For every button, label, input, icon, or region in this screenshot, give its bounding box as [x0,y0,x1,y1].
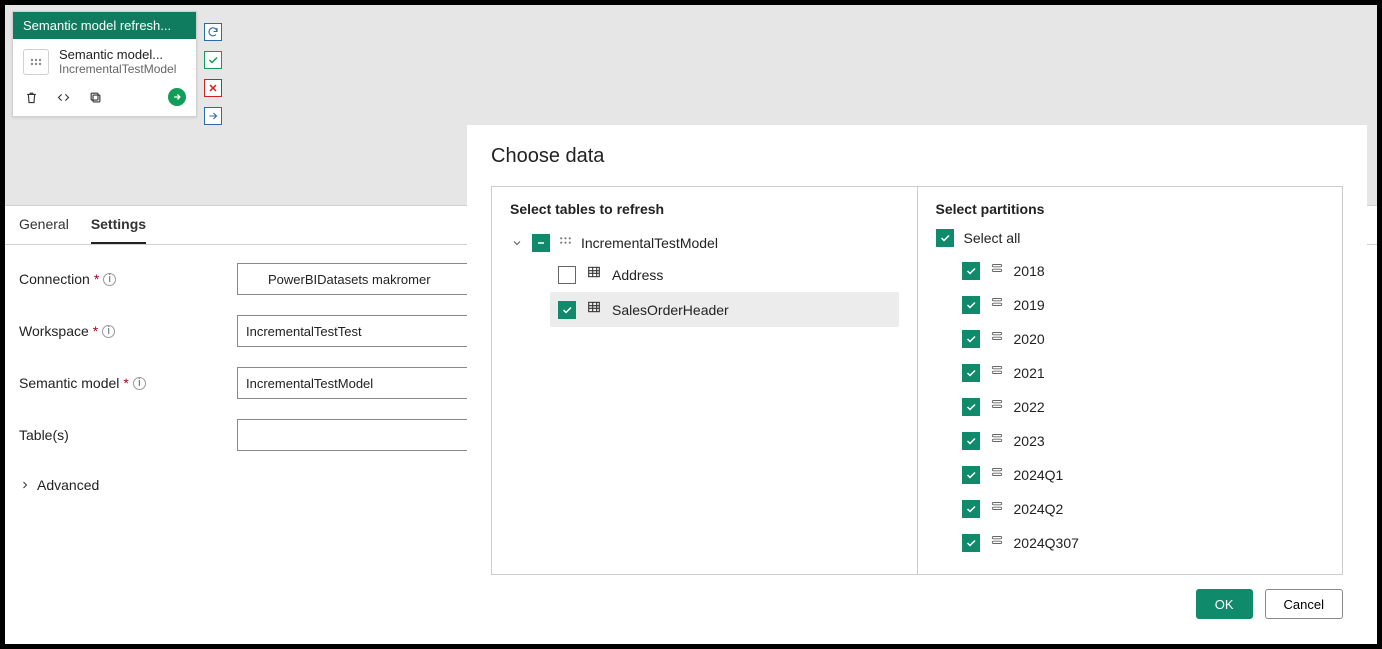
activity-footer [13,80,196,116]
skip-status-icon[interactable] [204,107,222,125]
partition-checkbox[interactable] [962,500,980,518]
partition-label: 2024Q2 [1014,501,1064,517]
partitions-pane: Select partitions Select all 2018 2019 2… [917,187,1343,574]
activity-footer-actions [23,89,103,105]
partition-icon [990,261,1004,280]
select-all-checkbox[interactable] [936,229,954,247]
activity-status-icons [204,23,222,125]
delete-icon[interactable] [23,89,39,105]
partition-row[interactable]: 2022 [962,397,1325,416]
partition-icon [990,465,1004,484]
partition-checkbox[interactable] [962,534,980,552]
activity-body: Semantic model... IncrementalTestModel [13,39,196,80]
partition-row[interactable]: 2020 [962,329,1325,348]
partition-label: 2019 [1014,297,1045,313]
root-checkbox[interactable] [532,234,550,252]
connection-label: Connection * i [19,271,237,287]
tab-general[interactable]: General [19,216,69,244]
dataset-icon [23,49,49,75]
error-status-icon[interactable] [204,79,222,97]
partition-icon [990,499,1004,518]
partition-label: 2021 [1014,365,1045,381]
required-marker: * [93,323,98,339]
info-icon[interactable]: i [133,377,146,390]
tables-pane-title: Select tables to refresh [510,201,899,217]
table-icon [586,264,602,285]
partition-label: 2024Q307 [1014,535,1079,551]
refresh-status-icon[interactable] [204,23,222,41]
chevron-right-icon [19,479,31,491]
ok-button[interactable]: OK [1196,589,1253,619]
info-icon[interactable]: i [103,273,116,286]
tree-children: Address SalesOrderHeader [510,257,899,327]
select-all-label: Select all [964,230,1021,246]
partition-row[interactable]: 2021 [962,363,1325,382]
partitions-pane-title: Select partitions [936,201,1325,217]
dataset-small-icon [558,233,573,253]
partition-row[interactable]: 2023 [962,431,1325,450]
partition-icon [990,295,1004,314]
code-icon[interactable] [55,89,71,105]
success-status-icon[interactable] [204,51,222,69]
modal-body: Select tables to refresh IncrementalTest… [491,186,1343,575]
table-row[interactable]: SalesOrderHeader [550,292,899,327]
partition-label: 2023 [1014,433,1045,449]
table-label: SalesOrderHeader [612,302,729,318]
partition-checkbox[interactable] [962,330,980,348]
partition-row[interactable]: 2024Q1 [962,465,1325,484]
partition-list: 2018 2019 2020 2021 2022 2023 2024Q1 202… [936,261,1325,552]
partition-icon [990,363,1004,382]
advanced-label: Advanced [37,477,99,493]
partition-icon [990,431,1004,450]
table-label: Address [612,267,663,283]
partition-label: 2022 [1014,399,1045,415]
modal-title: Choose data [491,145,1343,168]
partition-row[interactable]: 2019 [962,295,1325,314]
cancel-button[interactable]: Cancel [1265,589,1343,619]
activity-header: Semantic model refresh... [13,12,196,39]
partition-checkbox[interactable] [962,398,980,416]
partition-row[interactable]: 2018 [962,261,1325,280]
info-icon[interactable]: i [102,325,115,338]
partition-checkbox[interactable] [962,466,980,484]
run-button[interactable] [168,88,186,106]
partition-checkbox[interactable] [962,364,980,382]
app-frame: Semantic model refresh... Semantic model… [5,5,1377,644]
partition-icon [990,329,1004,348]
partition-label: 2018 [1014,263,1045,279]
activity-title: Semantic model... [59,47,176,62]
workspace-label: Workspace * i [19,323,237,339]
tables-label: Table(s) [19,427,237,443]
copy-icon[interactable] [87,89,103,105]
semantic-model-label: Semantic model * i [19,375,237,391]
partition-row[interactable]: 2024Q2 [962,499,1325,518]
modal-footer: OK Cancel [491,575,1343,619]
partition-checkbox[interactable] [962,296,980,314]
required-marker: * [123,375,128,391]
tab-settings[interactable]: Settings [91,216,146,244]
tree-root[interactable]: IncrementalTestModel [510,229,899,257]
partition-icon [990,397,1004,416]
partition-checkbox[interactable] [962,262,980,280]
activity-labels: Semantic model... IncrementalTestModel [59,47,176,76]
partition-icon [990,533,1004,552]
table-row[interactable]: Address [550,257,899,292]
tree-root-label: IncrementalTestModel [581,235,718,251]
choose-data-modal: Choose data Select tables to refresh Inc… [467,125,1367,635]
table-checkbox[interactable] [558,301,576,319]
table-checkbox[interactable] [558,266,576,284]
table-icon [586,299,602,320]
tables-pane: Select tables to refresh IncrementalTest… [492,187,917,574]
partition-label: 2024Q1 [1014,467,1064,483]
required-marker: * [94,271,99,287]
partition-row[interactable]: 2024Q307 [962,533,1325,552]
activity-subtitle: IncrementalTestModel [59,62,176,76]
select-all-row[interactable]: Select all [936,229,1325,247]
chevron-down-icon[interactable] [510,237,524,249]
partition-label: 2020 [1014,331,1045,347]
activity-card: Semantic model refresh... Semantic model… [12,11,197,117]
partition-checkbox[interactable] [962,432,980,450]
